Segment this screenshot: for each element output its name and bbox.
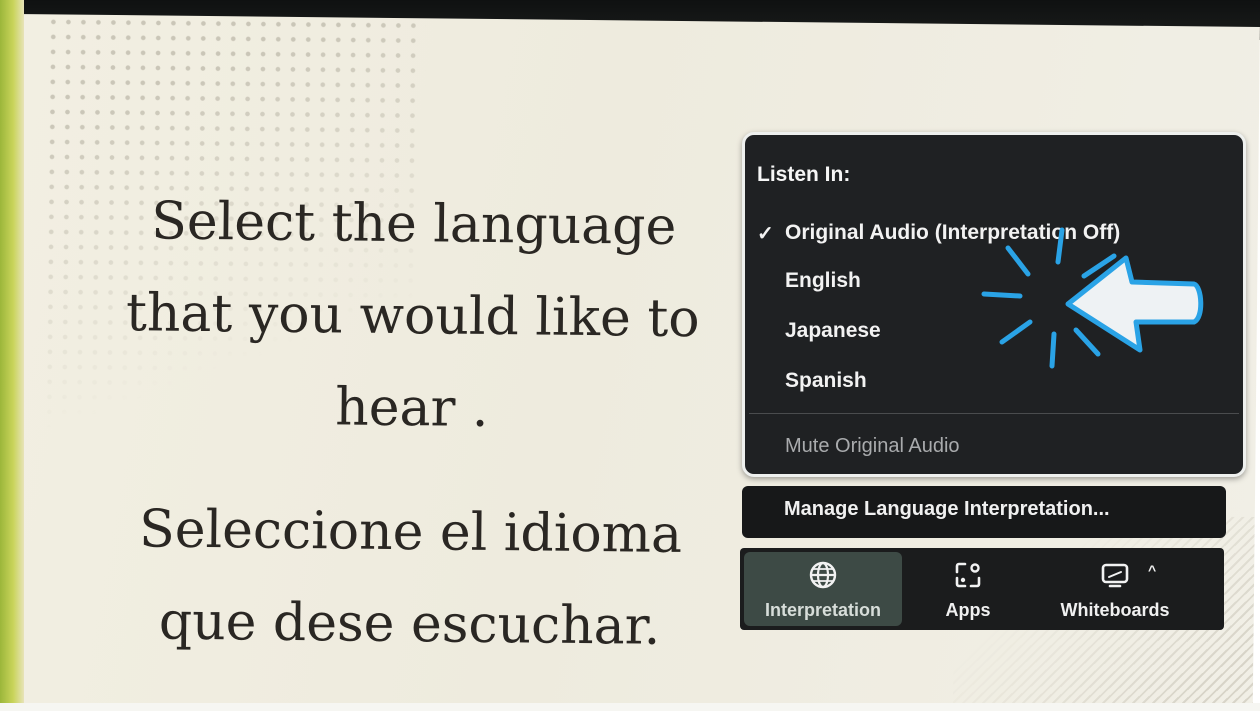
- interpretation-label: Interpretation: [764, 600, 881, 620]
- menu-item-spanish[interactable]: Spanish: [785, 369, 867, 393]
- whiteboards-label: Whiteboards: [1060, 600, 1170, 620]
- interpretation-menu: Listen In: ✓ Original Audio (Interpretat…: [742, 132, 1246, 477]
- slide-spanish-line: que dese escuchar.: [158, 591, 661, 657]
- mute-original-audio-item[interactable]: Mute Original Audio: [785, 435, 960, 458]
- checkmark-icon: ✓: [757, 223, 774, 245]
- monitor-bottom-edge: [0, 703, 1260, 711]
- slide-english-heading: Select the language that you would like …: [81, 175, 744, 458]
- slide-english-line: that you would like to: [125, 283, 700, 350]
- listen-in-title: Listen In:: [757, 163, 851, 186]
- slide-english-line: hear .: [334, 377, 489, 439]
- manage-language-interpretation-button[interactable]: Manage Language Interpretation...: [742, 486, 1226, 538]
- whiteboard-icon: [1101, 563, 1129, 588]
- menu-item-japanese[interactable]: Japanese: [785, 319, 881, 343]
- apps-button[interactable]: Apps: [928, 552, 1008, 626]
- chevron-up-icon[interactable]: ^: [1148, 562, 1156, 578]
- slide-english-line: Select the language: [151, 191, 677, 257]
- apps-icon: [955, 562, 981, 588]
- interpretation-button[interactable]: Interpretation: [744, 552, 902, 626]
- meeting-toolbar: Interpretation Apps Whiteboards ^: [740, 548, 1224, 630]
- menu-item-english[interactable]: English: [785, 269, 861, 293]
- slide-spanish-heading: Seleccione el idioma que dese escuchar.: [79, 483, 741, 674]
- menu-divider: [749, 413, 1239, 414]
- monitor-left-edge: [0, 0, 24, 711]
- menu-item-original-audio[interactable]: Original Audio (Interpretation Off): [785, 221, 1120, 245]
- globe-icon: [809, 561, 837, 589]
- whiteboards-button[interactable]: Whiteboards: [1040, 552, 1190, 626]
- apps-label: Apps: [945, 600, 991, 620]
- slide-spanish-line: Seleccione el idioma: [138, 499, 683, 566]
